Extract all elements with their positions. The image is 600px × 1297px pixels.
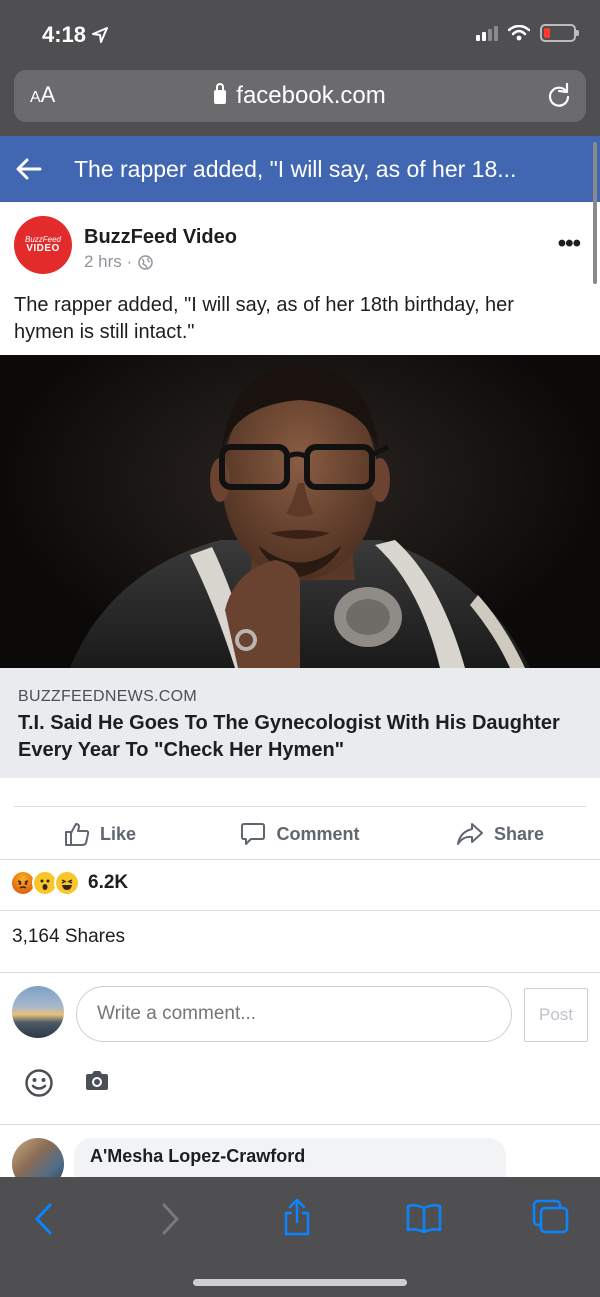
more-options-icon[interactable]: ••• — [558, 230, 581, 258]
status-time-text: 4:18 — [42, 22, 87, 47]
reactions-divider — [0, 910, 600, 911]
status-time: 4:18 — [42, 22, 109, 48]
share-arrow-icon — [456, 823, 483, 845]
bookmarks-icon[interactable] — [406, 1203, 442, 1233]
link-title: T.I. Said He Goes To The Gynecologist Wi… — [18, 712, 560, 761]
post-actions: Like Comment Share — [0, 808, 600, 860]
status-indicators — [476, 24, 579, 42]
browser-bottom-toolbar — [0, 1177, 600, 1297]
link-preview-card[interactable]: BUZZFEEDNEWS.COM T.I. Said He Goes To Th… — [0, 668, 600, 778]
back-button[interactable] — [0, 158, 58, 180]
post-comment-button[interactable]: Post — [524, 988, 588, 1042]
current-user-avatar[interactable] — [12, 986, 64, 1038]
cellular-signal-icon — [476, 25, 498, 41]
reload-icon[interactable] — [546, 82, 572, 110]
commenter-name[interactable]: A'Mesha Lopez-Crawford — [90, 1146, 305, 1167]
battery-icon — [540, 24, 579, 42]
link-domain: BUZZFEEDNEWS.COM — [18, 688, 198, 705]
browser-forward-icon[interactable] — [158, 1201, 182, 1237]
wifi-icon — [508, 25, 530, 41]
share-button[interactable]: Share — [400, 808, 600, 860]
post-timestamp[interactable]: 2 hrs · — [84, 252, 153, 272]
like-button[interactable]: Like — [0, 808, 200, 860]
fb-header-title: The rapper added, "I will say, as of her… — [74, 155, 517, 182]
share-count[interactable]: 3,164 Shares — [12, 926, 125, 948]
comment-bubble-icon — [241, 823, 266, 845]
home-indicator[interactable] — [193, 1279, 407, 1286]
actions-divider-bottom — [0, 859, 600, 860]
reaction-count: 6.2K — [88, 872, 129, 893]
address-bar[interactable]: AAAA facebook.com — [14, 70, 586, 122]
page-name-link[interactable]: BuzzFeed Video — [84, 226, 237, 249]
emoji-icon[interactable] — [24, 1068, 54, 1098]
globe-icon — [138, 254, 153, 270]
shares-divider — [0, 972, 600, 973]
location-arrow-icon — [92, 27, 109, 43]
actions-divider-top — [14, 806, 586, 807]
share-sheet-icon[interactable] — [282, 1197, 312, 1237]
url-domain: facebook.com — [236, 82, 386, 109]
back-arrow-icon — [16, 158, 42, 180]
camera-icon[interactable] — [84, 1070, 110, 1092]
url-display[interactable]: facebook.com — [14, 82, 586, 110]
fb-header-bar: The rapper added, "I will say, as of her… — [0, 136, 600, 202]
lock-icon — [214, 83, 227, 104]
thumbs-up-icon — [64, 823, 90, 846]
browser-top-chrome: 4:18 AAAA facebook.com — [0, 0, 600, 136]
comment-button[interactable]: Comment — [200, 808, 400, 860]
post-header: BuzzFeed VIDEO BuzzFeed Video 2 hrs · ••… — [0, 202, 600, 282]
page-avatar[interactable]: BuzzFeed VIDEO — [14, 216, 72, 274]
post-message: The rapper added, "I will say, as of her… — [14, 294, 514, 343]
comment-input[interactable] — [76, 986, 512, 1042]
haha-reaction-icon — [54, 870, 80, 896]
composer-divider — [0, 1124, 600, 1125]
link-preview-image[interactable] — [0, 355, 600, 668]
portrait-illustration — [70, 365, 530, 668]
reactions-summary[interactable]: 6.2K — [10, 870, 128, 896]
browser-back-icon[interactable] — [32, 1201, 56, 1237]
tabs-icon[interactable] — [532, 1199, 570, 1235]
